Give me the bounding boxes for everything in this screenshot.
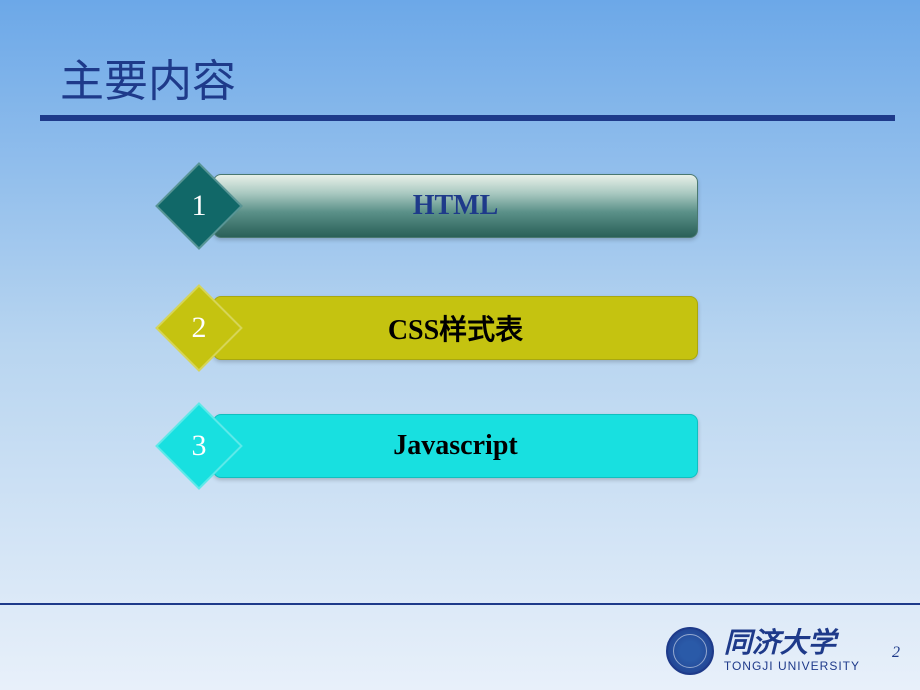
item-label: Javascript xyxy=(393,430,517,462)
item-number: 3 xyxy=(168,429,230,463)
item-number: 1 xyxy=(168,189,230,223)
university-name-en: TONGJI UNIVERSITY xyxy=(724,660,860,673)
title-divider xyxy=(40,115,895,121)
university-name-cn: 同济大学 xyxy=(724,629,860,660)
content-item-2: 2 CSS样式表 xyxy=(168,292,728,364)
item-label: CSS样式表 xyxy=(388,308,523,348)
footer: 同济大学 TONGJI UNIVERSITY xyxy=(666,627,860,675)
content-bar: HTML xyxy=(213,174,698,238)
content-item-1: 1 HTML xyxy=(168,170,728,242)
slide-title: 主要内容 xyxy=(60,45,236,109)
page-number: 2 xyxy=(892,644,900,662)
footer-divider xyxy=(0,603,920,605)
item-label: HTML xyxy=(413,190,499,222)
item-number: 2 xyxy=(168,311,230,345)
content-item-3: 3 Javascript xyxy=(168,410,728,482)
university-text: 同济大学 TONGJI UNIVERSITY xyxy=(724,629,860,673)
content-bar: Javascript xyxy=(213,414,698,478)
content-bar: CSS样式表 xyxy=(213,296,698,360)
university-logo-icon xyxy=(666,627,714,675)
